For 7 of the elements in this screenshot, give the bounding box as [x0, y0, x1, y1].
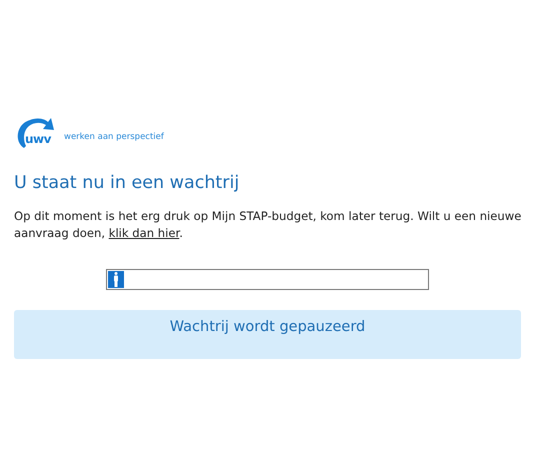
page-heading: U staat nu in een wachtrij [14, 172, 240, 194]
queue-message: Op dit moment is het erg druk op Mijn STAP-budget, kom later terug. Wilt u een nieuwe aanvraag doen, klik dan hier. [14, 208, 522, 242]
status-text: Wachtrij wordt gepauzeerd [170, 318, 366, 336]
logo-tagline: werken aan perspectief [64, 132, 164, 144]
logo-text: uwv [25, 132, 51, 146]
person-icon [113, 272, 119, 287]
click-here-link[interactable]: klik dan hier [108, 226, 180, 240]
